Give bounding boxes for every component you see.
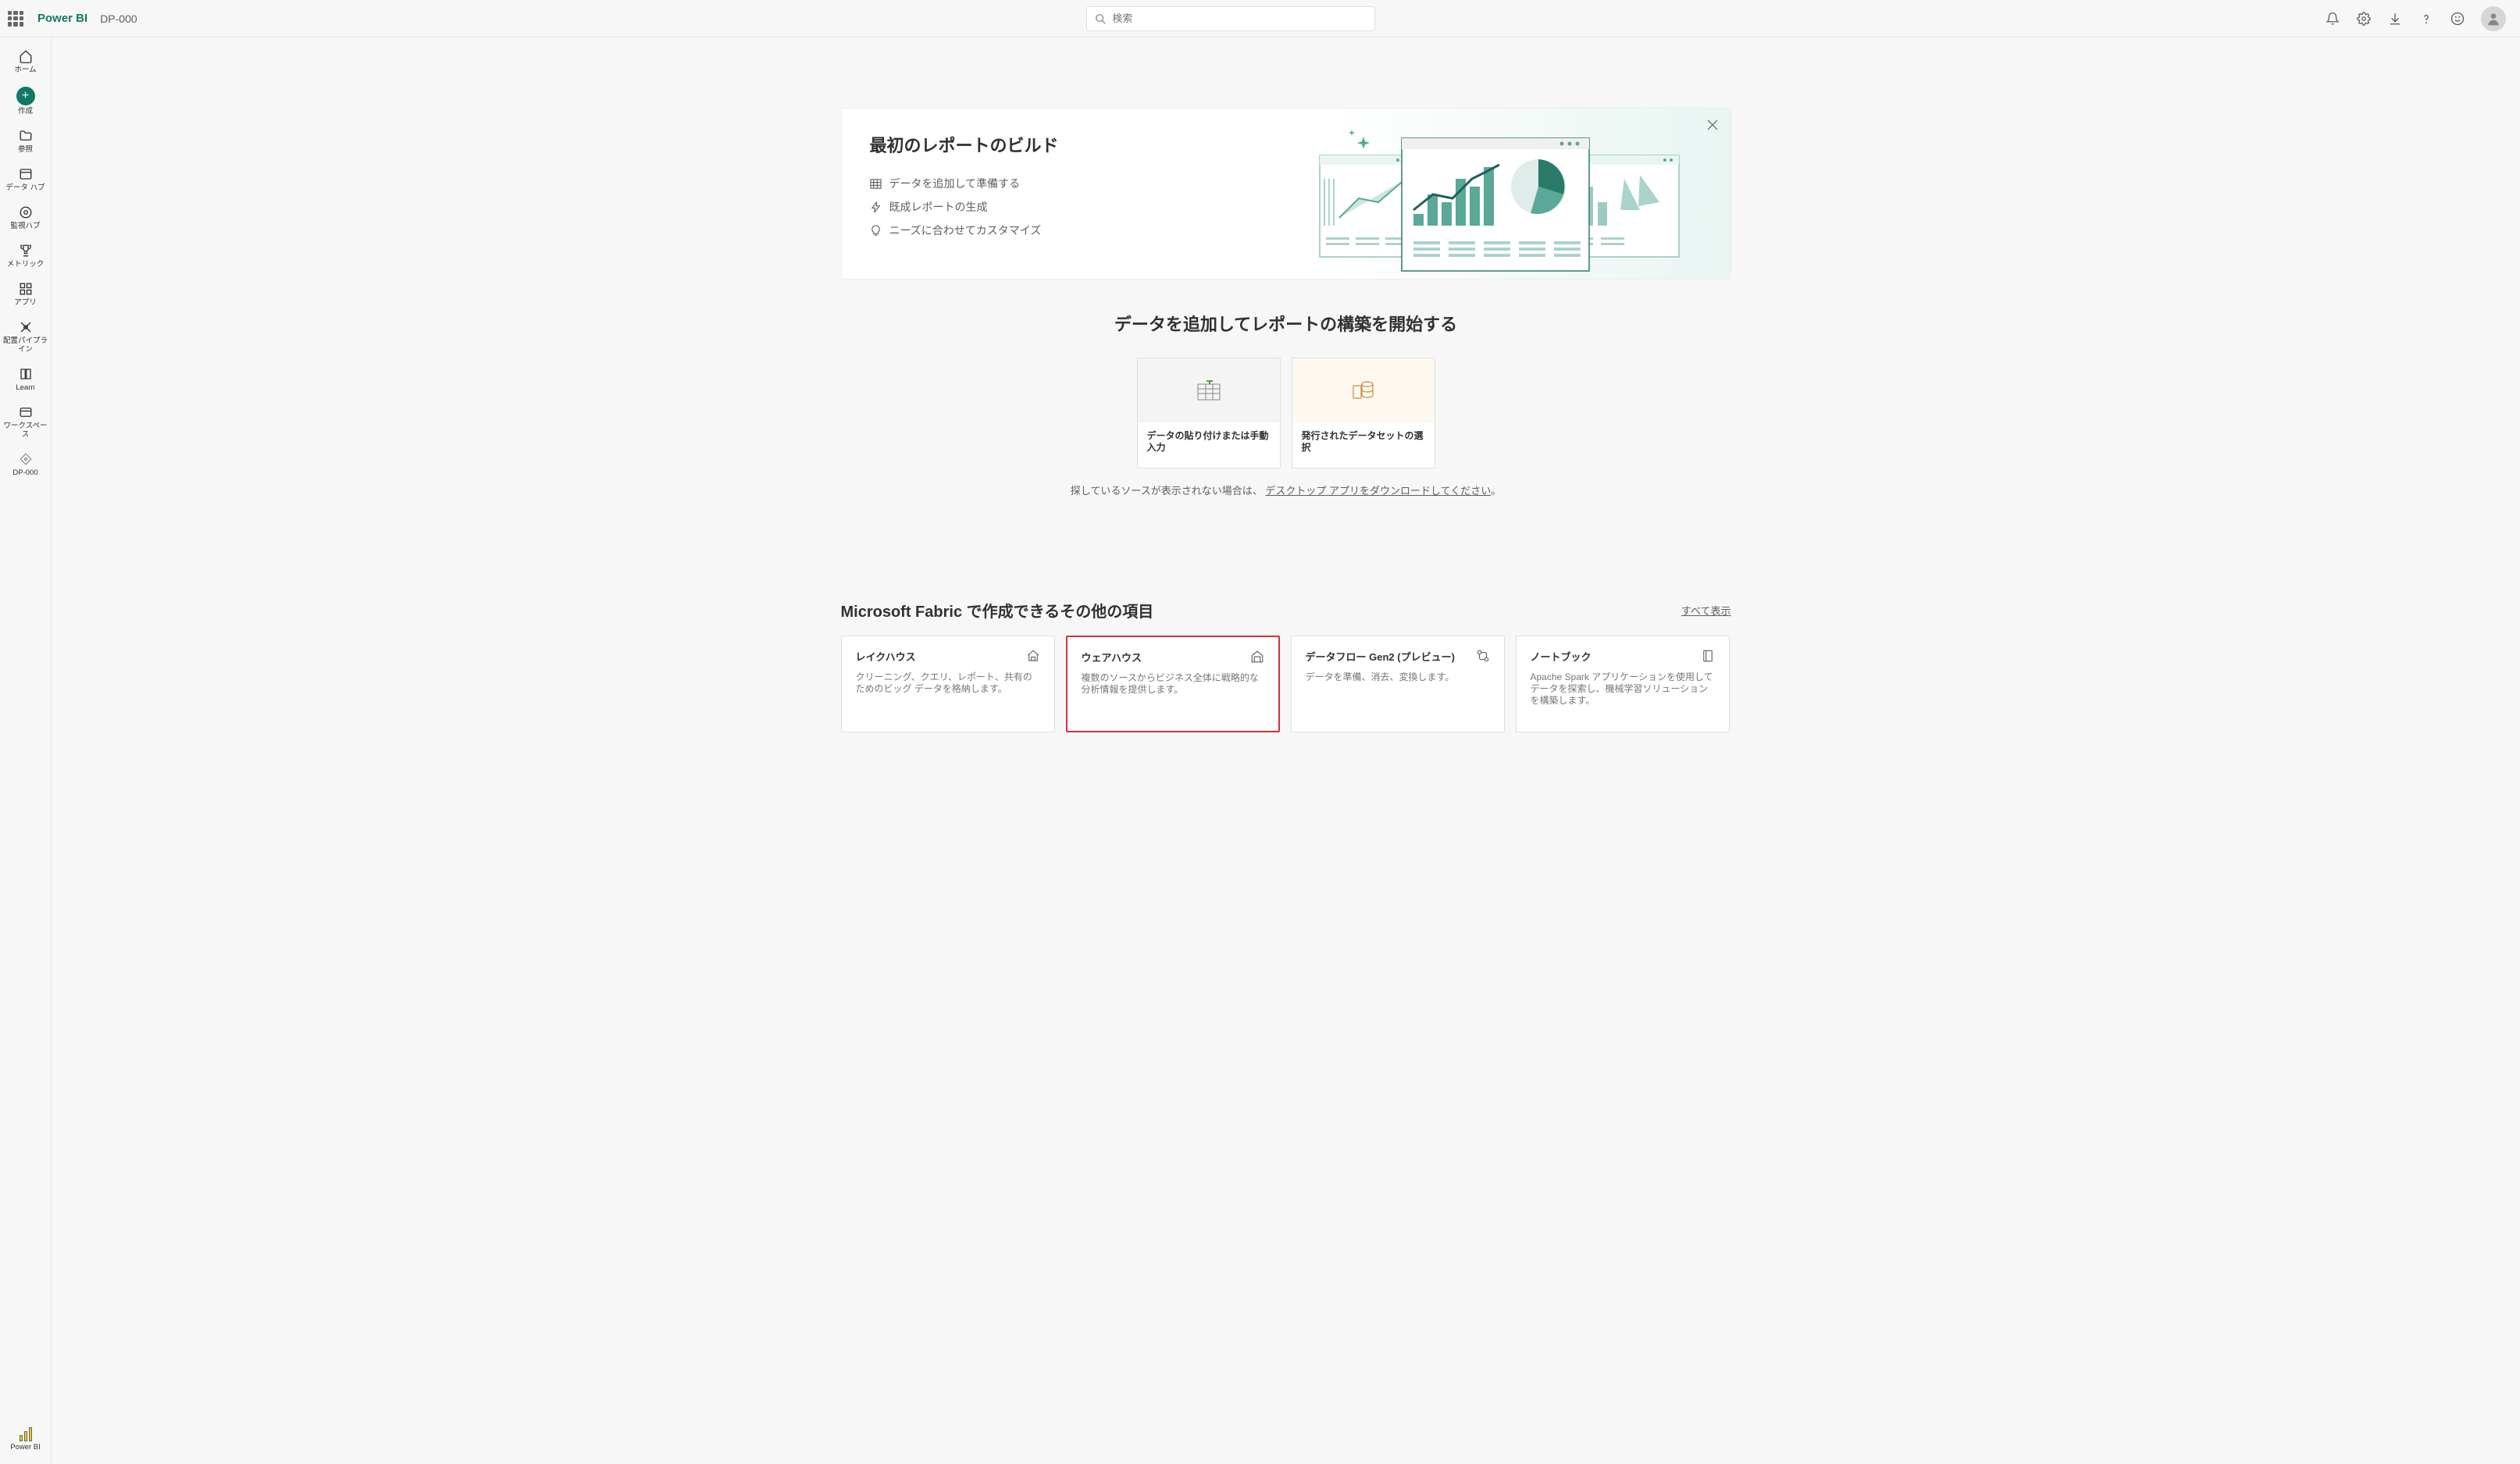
fabric-card-title: ウェアハウス: [1082, 650, 1142, 664]
search-icon: [1095, 13, 1106, 24]
left-nav: ホーム + 作成 参照 データ ハブ 監視ハブ メトリック アプリ 配置パイプラ: [0, 37, 52, 1464]
main-content: 最初のレポートのビルド データを追加して準備する 既成レポートの生成 ニーズに合…: [52, 37, 2520, 1464]
fabric-card-desc: クリーニング、クエリ、レポート、共有のためのビッグ データを格納します。: [856, 671, 1040, 695]
table-icon: [870, 178, 882, 190]
nav-label: データ ハブ: [5, 183, 45, 192]
nav-label: アプリ: [14, 298, 37, 307]
nav-current-workspace[interactable]: DP-000: [2, 447, 49, 482]
nav-browse[interactable]: 参照: [2, 123, 49, 159]
source-card-paste[interactable]: データの貼り付けまたは手動入力: [1137, 358, 1281, 468]
lakehouse-icon: [1026, 649, 1040, 663]
fabric-card-dataflow[interactable]: データフロー Gen2 (プレビュー) データを準備、消去、変換します。: [1291, 636, 1505, 732]
lightning-icon: [870, 201, 882, 213]
add-data-title: データを追加してレポートの構築を開始する: [841, 311, 1731, 336]
book-icon: [18, 366, 34, 382]
data-hub-icon: [18, 166, 34, 182]
show-all-link[interactable]: すべて表示: [1681, 603, 1731, 618]
nav-label: ワークスペース: [2, 422, 49, 439]
hero-step-text: ニーズに合わせてカスタマイズ: [889, 223, 1042, 238]
download-icon[interactable]: [2387, 11, 2403, 27]
download-hint: 探しているソースが表示されない場合は、 デスクトップ アプリをダウンロードしてく…: [841, 483, 1731, 497]
powerbi-logo-icon: [18, 1426, 34, 1441]
fabric-card-desc: 複数のソースからビジネス全体に戦略的な分析情報を提供します。: [1082, 672, 1264, 696]
notebook-icon: [1701, 649, 1715, 663]
notifications-icon[interactable]: [2325, 11, 2340, 27]
hero-banner: 最初のレポートのビルド データを追加して準備する 既成レポートの生成 ニーズに合…: [841, 108, 1731, 280]
paste-data-icon: [1196, 379, 1222, 401]
pipeline-icon: [18, 319, 34, 335]
hero-step-3: ニーズに合わせてカスタマイズ: [870, 223, 1182, 238]
diamond-icon: [18, 451, 34, 467]
nav-learn[interactable]: Learn: [2, 362, 49, 397]
home-icon: [18, 48, 34, 64]
help-icon[interactable]: [2418, 11, 2434, 27]
fabric-card-title: データフロー Gen2 (プレビュー): [1306, 649, 1455, 664]
trophy-icon: [18, 243, 34, 258]
nav-label: 監視ハブ: [10, 222, 40, 230]
fabric-card-title: ノートブック: [1531, 649, 1591, 664]
nav-label: メトリック: [7, 260, 45, 269]
hero-step-2: 既成レポートの生成: [870, 199, 1182, 215]
nav-label: 参照: [18, 145, 33, 154]
hero-title: 最初のレポートのビルド: [870, 132, 1182, 157]
fabric-card-lakehouse[interactable]: レイクハウス クリーニング、クエリ、レポート、共有のためのビッグ データを格納し…: [841, 636, 1055, 732]
warehouse-icon: [1250, 650, 1264, 664]
folder-icon: [18, 128, 34, 144]
hero-step-text: データを追加して準備する: [889, 176, 1021, 191]
nav-powerbi[interactable]: Power BI: [2, 1421, 49, 1456]
hero-step-1: データを追加して準備する: [870, 176, 1182, 191]
monitor-icon: [18, 205, 34, 220]
search-input[interactable]: [1112, 12, 1367, 24]
nav-label: Learn: [16, 383, 34, 392]
fabric-card-desc: Apache Spark アプリケーションを使用してデータを探索し、機械学習ソリ…: [1531, 671, 1715, 707]
dataset-icon: [1352, 379, 1375, 401]
nav-label: 作成: [18, 107, 33, 116]
nav-label: ホーム: [14, 66, 36, 74]
nav-label: DP-000: [12, 468, 37, 477]
nav-label: Power BI: [10, 1443, 41, 1452]
search-box[interactable]: [1086, 6, 1375, 31]
fabric-card-title: レイクハウス: [856, 649, 916, 664]
source-card-label: データの貼り付けまたは手動入力: [1138, 422, 1280, 461]
feedback-icon[interactable]: [2450, 11, 2465, 27]
brand-name: Power BI: [37, 12, 87, 25]
fabric-section-title: Microsoft Fabric で作成できるその他の項目: [841, 599, 1154, 622]
fabric-card-desc: データを準備、消去、変換します。: [1306, 671, 1490, 683]
nav-pipelines[interactable]: 配置パイプライン: [2, 315, 49, 358]
hint-prefix: 探しているソースが表示されない場合は、: [1071, 485, 1263, 497]
dataflow-icon: [1476, 649, 1490, 663]
source-card-dataset[interactable]: 発行されたデータセットの選択: [1292, 358, 1435, 468]
nav-workspaces[interactable]: ワークスペース: [2, 400, 49, 443]
nav-label: 配置パイプライン: [2, 337, 49, 354]
lightbulb-icon: [870, 225, 882, 237]
plus-circle-icon: +: [16, 87, 35, 105]
settings-gear-icon[interactable]: [2356, 11, 2372, 27]
download-desktop-link[interactable]: デスクトップ アプリをダウンロードしてください: [1265, 485, 1491, 497]
nav-create[interactable]: + 作成: [2, 82, 49, 120]
fabric-card-notebook[interactable]: ノートブック Apache Spark アプリケーションを使用してデータを探索し…: [1516, 636, 1730, 732]
fabric-card-warehouse[interactable]: ウェアハウス 複数のソースからビジネス全体に戦略的な分析情報を提供します。: [1066, 636, 1280, 732]
nav-monitoring-hub[interactable]: 監視ハブ: [2, 200, 49, 235]
workspace-icon: [18, 404, 34, 420]
breadcrumb[interactable]: DP-000: [100, 12, 137, 25]
app-launcher-icon[interactable]: [8, 11, 23, 27]
apps-icon: [18, 281, 34, 297]
nav-home[interactable]: ホーム: [2, 44, 49, 79]
nav-data-hub[interactable]: データ ハブ: [2, 162, 49, 197]
nav-metrics[interactable]: メトリック: [2, 238, 49, 273]
close-button[interactable]: [1707, 119, 1720, 132]
top-header: Power BI DP-000: [0, 0, 2520, 37]
avatar[interactable]: [2481, 6, 2506, 31]
hint-suffix: 。: [1491, 485, 1501, 497]
hero-step-text: 既成レポートの生成: [889, 199, 988, 215]
hero-graphic: [1182, 132, 1702, 255]
nav-apps[interactable]: アプリ: [2, 276, 49, 312]
source-card-label: 発行されたデータセットの選択: [1292, 422, 1435, 461]
